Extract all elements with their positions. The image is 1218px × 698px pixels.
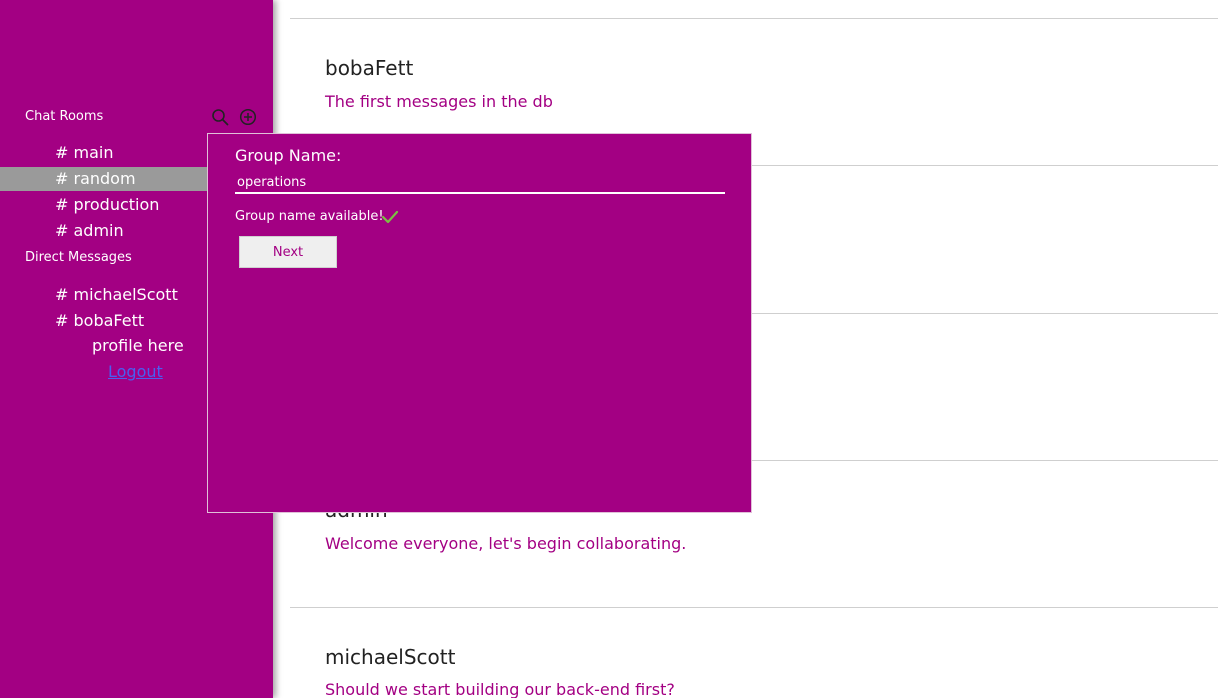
message-text: Should we start building our back-end fi… — [325, 680, 675, 698]
availability-status: Group name available! — [235, 209, 384, 224]
message-author: michaelScott — [325, 645, 456, 669]
add-circle-icon[interactable] — [239, 108, 257, 126]
direct-messages-header: Direct Messages — [25, 250, 132, 265]
group-name-label: Group Name: — [235, 146, 342, 165]
next-button[interactable]: Next — [239, 236, 337, 268]
profile-placeholder: profile here — [92, 336, 184, 355]
search-icon[interactable] — [211, 108, 229, 126]
group-name-input[interactable] — [235, 172, 725, 194]
create-group-modal: Group Name: Group name available! Next — [207, 133, 752, 513]
logout-link[interactable]: Logout — [108, 362, 163, 381]
message-divider — [290, 607, 1218, 608]
chat-rooms-header: Chat Rooms — [25, 109, 104, 124]
message-text: The first messages in the db — [325, 92, 553, 111]
message-divider — [290, 18, 1218, 19]
message-text: Welcome everyone, let's begin collaborat… — [325, 534, 687, 553]
message-author: bobaFett — [325, 56, 414, 80]
app-root: Chat Rooms # main # random # production … — [0, 0, 1218, 698]
checkmark-icon — [381, 209, 399, 225]
